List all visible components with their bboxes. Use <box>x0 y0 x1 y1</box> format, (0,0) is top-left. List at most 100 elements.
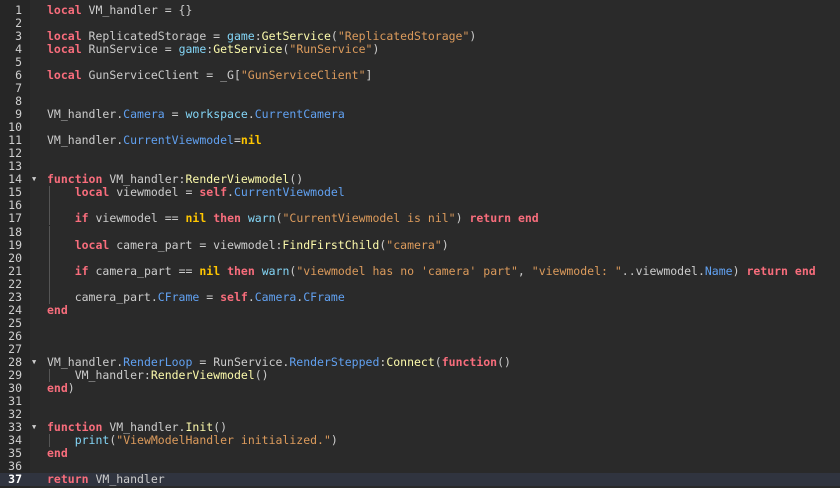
code-line[interactable]: 23 camera_part.CFrame = self.Camera.CFra… <box>0 289 840 304</box>
code-line[interactable]: 37 return VM_handler <box>0 472 840 487</box>
code-text: ) <box>372 42 380 57</box>
code-text: VM_handler: <box>47 367 151 382</box>
code-text: () <box>254 367 269 382</box>
code-content: local viewmodel = self.CurrentViewmodel <box>47 186 345 199</box>
property-name: CurrentViewmodel <box>123 133 234 148</box>
keyword: self <box>199 185 228 200</box>
code-text: , <box>517 263 532 278</box>
code-line[interactable]: 30 end) <box>0 380 840 395</box>
string-literal: "CurrentViewmodel is nil" <box>282 211 456 226</box>
code-line[interactable]: 15 local viewmodel = self.CurrentViewmod… <box>0 186 840 200</box>
code-text: . <box>247 107 255 122</box>
code-line[interactable]: 29 VM_handler:RenderViewmodel() <box>0 367 840 382</box>
line-number: 17 <box>8 211 22 226</box>
code-content: if camera_part == nil then warn("viewmod… <box>47 263 816 278</box>
code-text: . <box>227 185 234 200</box>
code-content: local RunService = game:GetService("RunS… <box>47 43 379 56</box>
code-text: ( <box>330 29 338 44</box>
property-name: CurrentViewmodel <box>233 185 345 200</box>
code-line[interactable]: 12 <box>0 147 840 160</box>
fold-arrow-icon[interactable]: ▼ <box>32 421 36 434</box>
fold-arrow-icon[interactable]: ▼ <box>32 173 36 186</box>
code-line[interactable]: 4 local RunService = game:GetService("Run… <box>0 43 840 56</box>
keyword: end <box>47 380 68 395</box>
builtin-name: print <box>74 432 110 447</box>
code-text: ] <box>365 68 373 83</box>
code-line[interactable]: 35 end <box>0 447 840 460</box>
property-name: Camera <box>254 289 297 304</box>
code-line[interactable]: 19 local camera_part = viewmodel:FindFir… <box>0 237 840 252</box>
code-text: = <box>199 289 221 304</box>
code-text: camera_part == <box>88 263 200 278</box>
keyword: local <box>47 3 82 17</box>
line-number: 19 <box>8 237 22 252</box>
code-text: VM_handler. <box>102 419 186 434</box>
code-line[interactable]: 6 local GunServiceClient = _G["GunService… <box>0 69 840 82</box>
string-literal: "viewmodel has no 'camera' part" <box>296 263 518 278</box>
code-line[interactable]: 31 <box>0 394 840 408</box>
line-number: 30 <box>8 380 22 395</box>
code-text: VM_handler <box>88 472 165 487</box>
builtin-name: workspace <box>185 107 248 122</box>
code-line[interactable]: 26 <box>0 328 840 343</box>
code-line[interactable]: 9 VM_handler.Camera = workspace.CurrentCa… <box>0 108 840 121</box>
code-text: VM_handler = {} <box>81 3 193 17</box>
keyword: function <box>47 419 103 434</box>
code-content: print("ViewModelHandler initialized.") <box>47 432 338 447</box>
code-text: . <box>247 289 255 304</box>
line-number: 22 <box>8 276 22 291</box>
fold-arrow-icon[interactable]: ▼ <box>32 356 36 369</box>
method-name: RenderViewmodel <box>185 172 290 187</box>
keyword: if <box>74 211 89 226</box>
code-content: VM_handler.CurrentViewmodel=nil <box>47 134 262 147</box>
code-line[interactable]: 11 VM_handler.CurrentViewmodel=nil <box>0 134 840 147</box>
builtin-name: game <box>227 29 255 44</box>
method-name: RenderViewmodel <box>150 367 255 382</box>
builtin-name: warn <box>261 263 290 278</box>
code-line[interactable]: 17 if viewmodel == nil then warn("Curren… <box>0 211 840 226</box>
line-number: 28 <box>8 354 22 369</box>
code-line[interactable]: 25 <box>0 316 840 330</box>
script-editor[interactable]: 1 local VM_handler = {} 2 3 local Replicated… <box>0 0 840 488</box>
keyword: local <box>74 185 110 200</box>
code-content: end <box>47 447 68 460</box>
code-line[interactable]: 7 <box>0 82 840 95</box>
code-line[interactable]: 34 print("ViewModelHandler initialized."… <box>0 432 840 447</box>
property-name: CFrame <box>157 289 200 304</box>
line-number: 18 <box>8 224 22 239</box>
code-content: VM_handler.Camera = workspace.CurrentCam… <box>47 108 345 121</box>
code-content: end) <box>47 380 75 395</box>
code-content: if viewmodel == nil then warn("CurrentVi… <box>47 212 539 225</box>
keyword: local <box>47 29 82 44</box>
line-number: 32 <box>8 406 22 421</box>
keyword: if <box>74 263 89 278</box>
nil-literal: nil <box>240 133 262 148</box>
method-name: Connect <box>386 354 435 369</box>
line-number: 29 <box>8 367 22 382</box>
code-line[interactable]: 21 if camera_part == nil then warn("view… <box>0 263 840 278</box>
code-text: = <box>164 107 186 122</box>
line-number: 26 <box>8 328 22 343</box>
code-line[interactable]: 24 end <box>0 303 840 317</box>
code-text: ) <box>67 380 75 395</box>
keyword: return <box>47 472 89 487</box>
keyword: return <box>469 211 511 226</box>
code-line[interactable]: 1 local VM_handler = {} <box>0 4 840 17</box>
method-name: GetService <box>261 29 331 44</box>
line-number: 33 <box>8 419 22 434</box>
code-text: ReplicatedStorage = <box>81 29 228 44</box>
keyword: end <box>47 446 68 461</box>
code-text: VM_handler. <box>47 354 124 369</box>
line-number: 21 <box>8 263 22 278</box>
code-text: () <box>497 354 511 369</box>
keyword: local <box>74 237 110 252</box>
string-literal: "viewmodel: " <box>531 263 622 278</box>
property-name: CFrame <box>303 289 345 304</box>
